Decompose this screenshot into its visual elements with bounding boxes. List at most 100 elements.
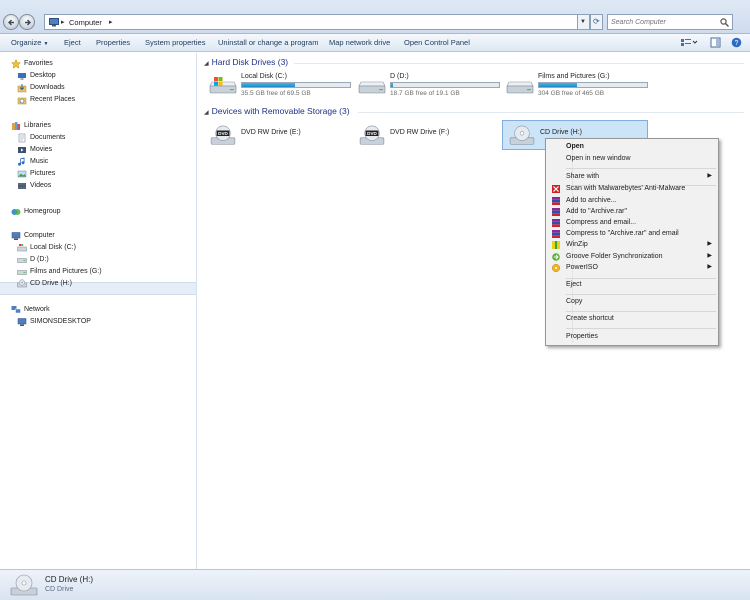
winrar-icon [552,230,560,238]
menu-item-add-archive-rar[interactable]: Add to "Archive.rar" [548,207,716,218]
menu-item-eject[interactable]: Eject [548,280,716,291]
menu-separator [566,328,716,329]
map-network-drive-button[interactable]: Map network drive [329,38,390,47]
nav-item-label: Music [30,158,49,165]
nav-item-label: Downloads [30,84,65,91]
cd-drive-icon [509,125,535,145]
nav-item-label: Recent Places [30,96,76,103]
back-button[interactable] [3,14,19,30]
winrar-icon [552,197,560,205]
group-divider [358,112,744,113]
svg-text:DVD: DVD [367,131,377,136]
menu-item-properties[interactable]: Properties [548,332,716,343]
chevron-down-icon: ▼ [43,41,49,47]
properties-button[interactable]: Properties [96,38,130,47]
search-input[interactable] [611,17,716,28]
nav-item-label: Documents [30,134,66,141]
breadcrumb-computer[interactable]: Computer [69,18,102,27]
drive-name: DVD RW Drive (E:) [241,129,301,136]
organize-button[interactable]: Organize ▼ [11,38,48,47]
submenu-arrow-icon: ▶ [707,241,712,247]
menu-item-scan-malwarebytes[interactable]: Scan with Malwarebytes' Anti-Malware [548,184,716,195]
computer-icon [17,318,27,326]
open-control-panel-button[interactable]: Open Control Panel [404,38,470,47]
nav-item-label: Films and Pictures (G:) [30,268,102,275]
drive-name: DVD RW Drive (F:) [390,129,450,136]
nav-item-label: Videos [30,182,52,189]
poweriso-icon [552,264,560,272]
windows-drive-icon [209,77,237,94]
drive-dvd-rw-f[interactable]: DVD DVD RW Drive (F:) [353,121,499,151]
dvd-drive-icon: DVD [210,125,236,145]
collapse-triangle-icon[interactable]: ◢ [204,110,209,116]
svg-text:DVD: DVD [218,131,228,136]
address-dropdown-button[interactable]: ▼ [577,14,590,30]
hard-drive-icon [506,81,534,94]
details-item-type: CD Drive [45,586,74,593]
nav-item-label: Local Disk (C:) [30,244,76,251]
computer-icon [11,232,21,240]
nav-computer-label: Computer [24,232,55,239]
menu-item-winzip[interactable]: WinZip ▶ [548,240,716,251]
winzip-icon [552,241,560,249]
drive-name: Local Disk (C:) [241,73,287,80]
menu-item-create-shortcut[interactable]: Create shortcut [548,314,716,325]
command-bar: Organize ▼ Eject Properties System proper… [0,34,750,52]
group-divider [294,63,744,64]
removable-storage-group[interactable]: ◢ Devices with Removable Storage (3) [204,106,350,116]
menu-separator [566,311,716,312]
drive-name: Films and Pictures (G:) [538,73,610,80]
collapse-triangle-icon[interactable]: ◢ [204,61,209,67]
change-view-icon[interactable] [680,37,698,48]
help-icon[interactable]: ? [731,37,742,48]
menu-item-compress-email[interactable]: Compress and email... [548,218,716,229]
breadcrumb-arrow-icon[interactable]: ▸ [61,18,65,26]
drive-films-pictures-g[interactable]: Films and Pictures (G:) 304 GB free of 4… [501,71,648,101]
drive-d[interactable]: D (D:) 18.7 GB free of 19.1 GB [353,71,500,101]
drive-local-disk-c[interactable]: Local Disk (C:) 35.5 GB free of 69.5 GB [204,71,351,101]
network-icon [11,306,21,314]
menu-item-add-archive[interactable]: Add to archive... [548,196,716,207]
menu-item-poweriso[interactable]: PowerISO ▶ [548,263,716,274]
search-icon[interactable] [720,18,729,27]
submenu-arrow-icon: ▶ [707,173,712,179]
drive-usage-fill [242,83,295,87]
menu-item-open[interactable]: Open [548,142,716,153]
menu-item-label: Eject [566,281,582,288]
menu-item-compress-rar-email[interactable]: Compress to "Archive.rar" and email [548,229,716,240]
drive-free-space: 304 GB free of 465 GB [538,90,605,97]
system-properties-button[interactable]: System properties [145,38,205,47]
star-icon [11,59,21,69]
hard-disk-drives-group[interactable]: ◢ Hard Disk Drives (3) [204,57,288,67]
eject-button[interactable]: Eject [64,38,81,47]
computer-icon [49,18,59,27]
search-box[interactable] [607,14,733,30]
group-heading: Devices with Removable Storage (3) [211,106,350,116]
nav-item-label: D (D:) [30,256,49,263]
videos-icon [18,183,26,189]
menu-item-groove[interactable]: Groove Folder Synchronization ▶ [548,252,716,263]
nav-item-label: Movies [30,146,53,153]
drive-name: CD Drive (H:) [540,129,582,136]
nav-item-label: Desktop [30,72,56,79]
menu-item-share-with[interactable]: Share with ▶ [548,172,716,183]
menu-item-copy[interactable]: Copy [548,297,716,308]
hard-drive-icon [17,258,27,263]
refresh-button[interactable]: ⟳ [590,14,603,30]
drive-usage-bar [538,82,648,88]
menu-separator [566,294,716,295]
menu-item-label: Scan with Malwarebytes' Anti-Malware [566,185,686,192]
cd-drive-icon [17,279,27,288]
uninstall-program-button[interactable]: Uninstall or change a program [218,38,318,47]
menu-item-label: Add to "Archive.rar" [566,208,627,215]
drive-dvd-rw-e[interactable]: DVD DVD RW Drive (E:) [204,121,350,151]
menu-item-open-new-window[interactable]: Open in new window [548,154,716,165]
details-pane: CD Drive (H:) CD Drive [0,569,750,600]
breadcrumb-arrow-icon[interactable]: ▸ [109,18,113,26]
forward-arrow-icon [25,19,31,26]
address-bar[interactable]: ▸ Computer ▸ [44,14,588,30]
preview-pane-icon[interactable] [710,37,721,48]
nav-item-label: Pictures [30,170,56,177]
organize-label: Organize [11,38,42,47]
forward-button[interactable] [19,14,35,30]
